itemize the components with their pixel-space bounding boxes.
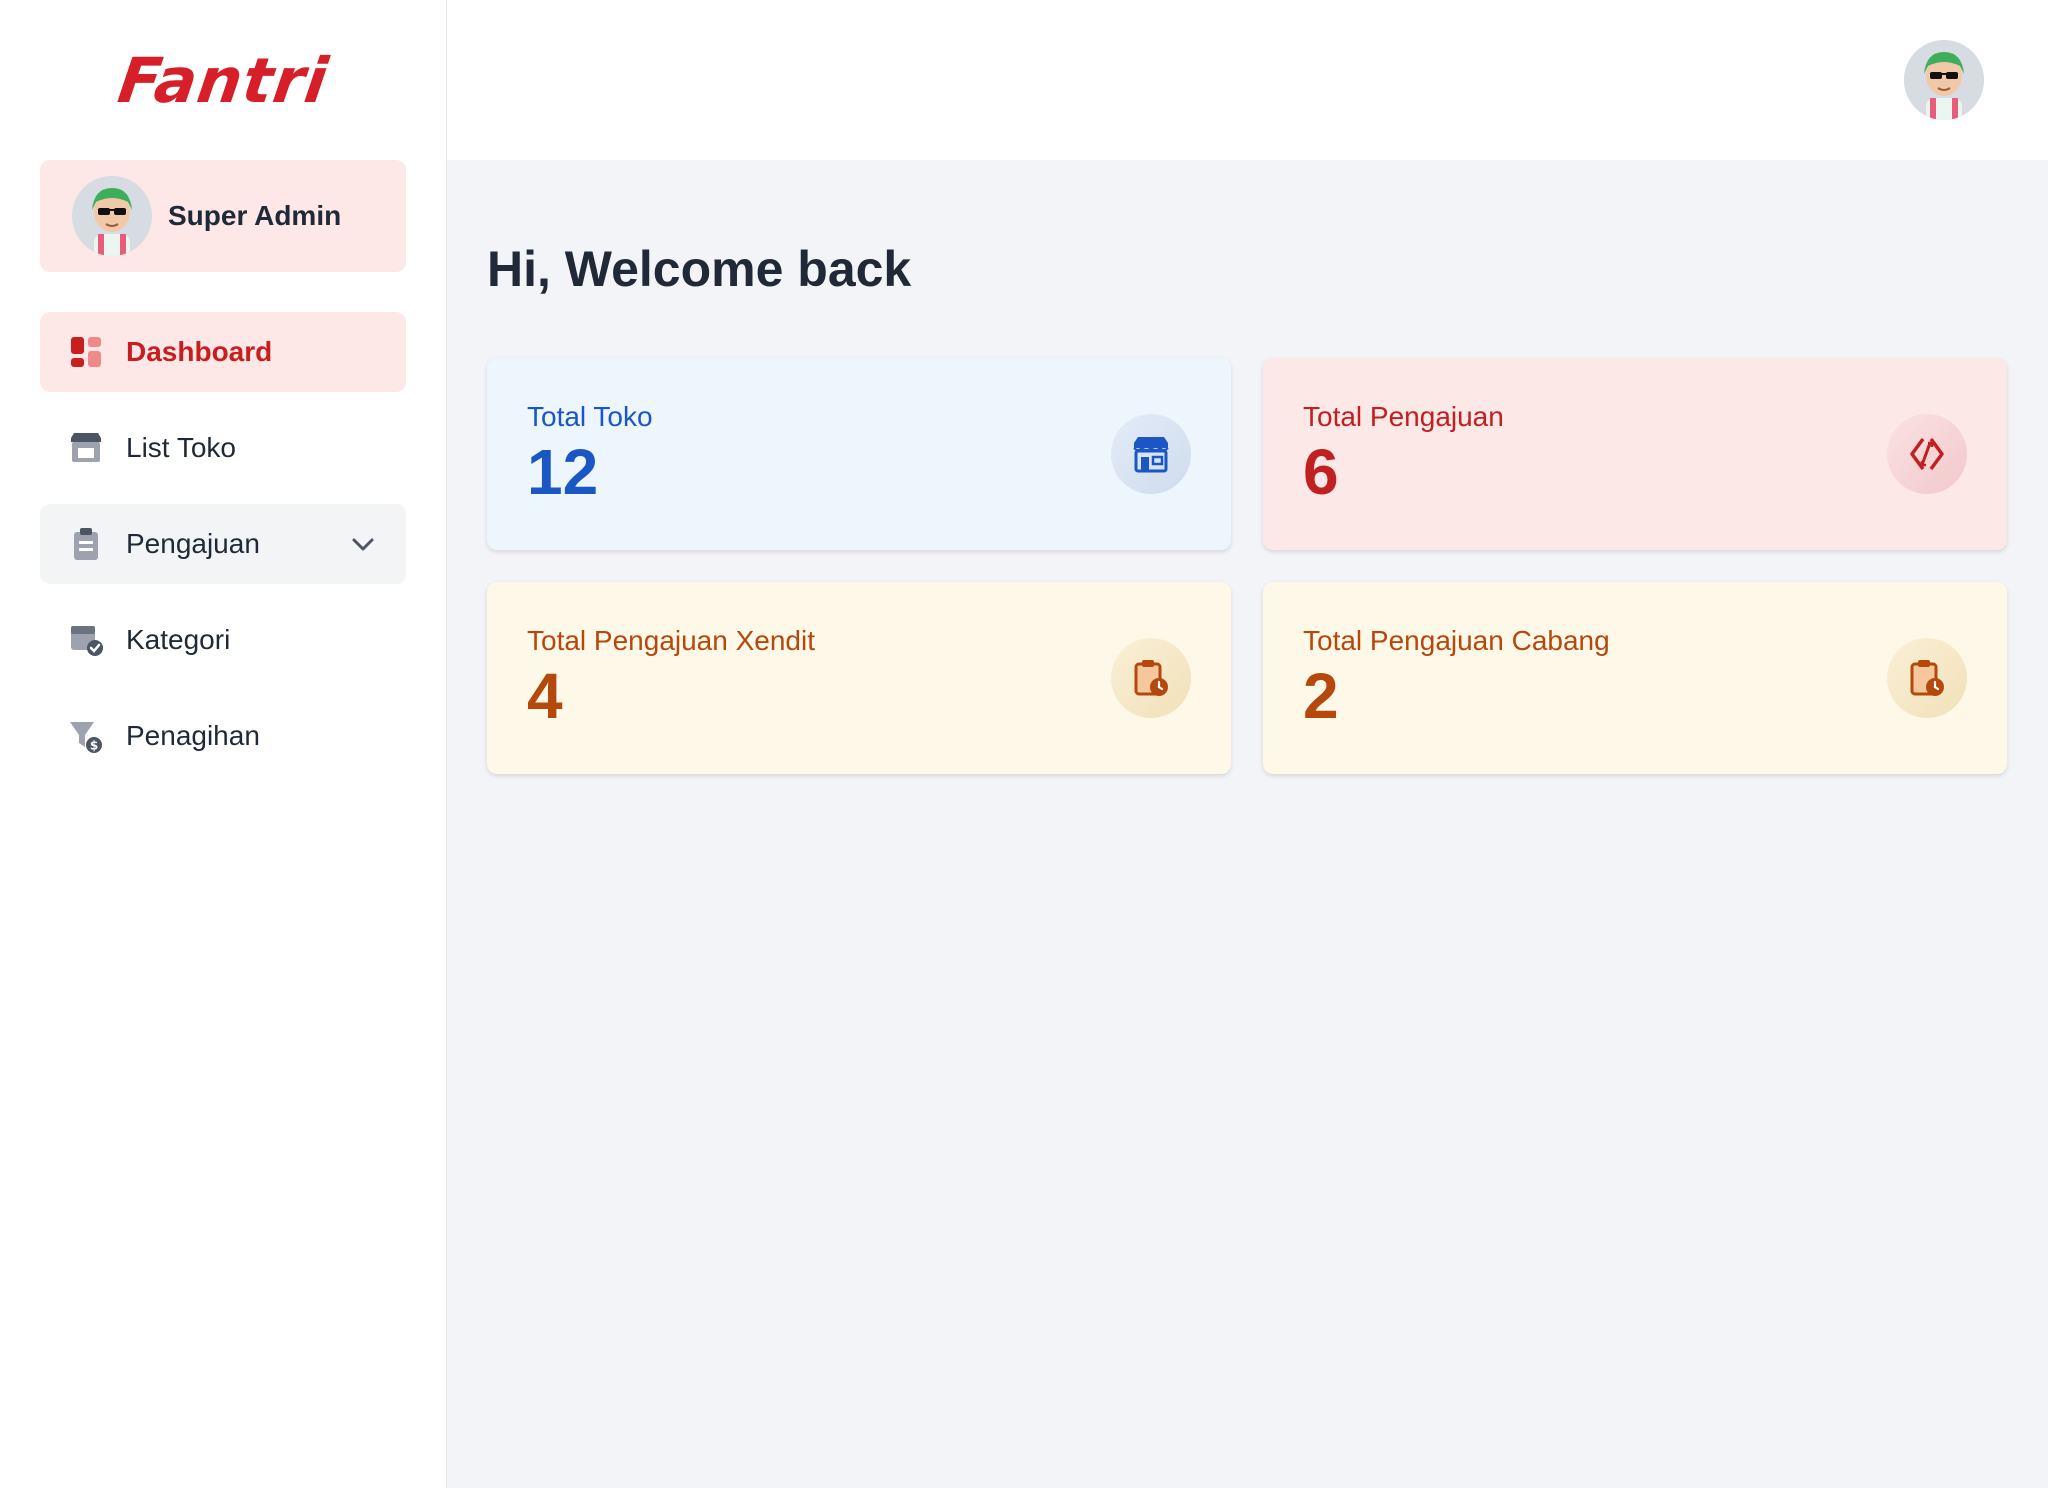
clipboard-clock-icon — [1111, 638, 1191, 718]
logo-text: Fantri — [113, 43, 333, 117]
dashboard-content: Hi, Welcome back Total Toko 12 Total Pen… — [447, 160, 2048, 774]
avatar-icon — [72, 176, 152, 256]
stat-cards: Total Toko 12 Total Pengajuan 6 Total Pe… — [487, 358, 2008, 774]
stat-card-total-pengajuan-xendit[interactable]: Total Pengajuan Xendit 4 — [487, 582, 1231, 774]
svg-text:$: $ — [90, 739, 98, 753]
brand-logo[interactable]: Fantri — [40, 0, 406, 160]
sidebar-item-label: List Toko — [126, 432, 236, 463]
topbar-avatar[interactable] — [1904, 40, 1984, 120]
sidebar-item-penagihan[interactable]: $ Penagihan — [40, 696, 406, 776]
user-card[interactable]: Super Admin — [40, 160, 406, 272]
stat-card-value: 6 — [1303, 435, 1339, 508]
stat-card-total-toko[interactable]: Total Toko 12 — [487, 358, 1231, 550]
store-icon — [68, 430, 104, 466]
stat-card-label: Total Pengajuan Xendit — [527, 624, 815, 656]
funnel-dollar-icon: $ — [68, 718, 104, 754]
sidebar-item-label: Dashboard — [126, 336, 273, 367]
exchange-icon — [1887, 414, 1967, 494]
stat-card-text: Total Pengajuan Cabang 2 — [1303, 625, 1610, 731]
stat-card-text: Total Pengajuan 6 — [1303, 401, 1504, 507]
sidebar-item-label: Pengajuan — [126, 528, 260, 559]
user-name: Super Admin — [168, 200, 342, 231]
stat-card-total-pengajuan[interactable]: Total Pengajuan 6 — [1263, 358, 2007, 550]
page-title: Hi, Welcome back — [487, 241, 912, 297]
stat-card-text: Total Toko 12 — [527, 401, 653, 507]
category-check-icon — [68, 622, 104, 658]
main-area: Hi, Welcome back Total Toko 12 Total Pen… — [447, 0, 2048, 1488]
chevron-down-icon[interactable] — [348, 529, 378, 559]
clipboard-icon — [68, 526, 104, 562]
stat-card-label: Total Pengajuan Cabang — [1303, 624, 1610, 656]
sidebar-item-label: Penagihan — [126, 720, 260, 751]
stat-card-value: 4 — [527, 659, 563, 732]
stat-card-total-pengajuan-cabang[interactable]: Total Pengajuan Cabang 2 — [1263, 582, 2007, 774]
sidebar-item-dashboard[interactable]: Dashboard — [40, 312, 406, 392]
app-root: Fantri Super Admin Dashboard List Toko P… — [0, 0, 2048, 1488]
sidebar-item-label: Kategori — [126, 624, 231, 655]
dashboard-icon — [68, 334, 104, 370]
avatar — [72, 176, 152, 256]
stat-card-text: Total Pengajuan Xendit 4 — [527, 625, 815, 731]
sidebar: Fantri Super Admin Dashboard List Toko P… — [0, 0, 447, 1488]
stat-card-label: Total Toko — [527, 400, 653, 432]
stat-card-label: Total Pengajuan — [1303, 400, 1504, 432]
store-icon — [1111, 414, 1191, 494]
sidebar-item-kategori[interactable]: Kategori — [40, 600, 406, 680]
clipboard-clock-icon — [1887, 638, 1967, 718]
topbar — [447, 0, 2048, 160]
sidebar-item-list-toko[interactable]: List Toko — [40, 408, 406, 488]
stat-card-value: 12 — [527, 435, 599, 508]
stat-card-value: 2 — [1303, 659, 1339, 732]
sidebar-item-pengajuan[interactable]: Pengajuan — [40, 504, 406, 584]
sidebar-nav: Dashboard List Toko Pengajuan Kategori $… — [40, 312, 406, 776]
avatar-icon — [1904, 40, 1984, 120]
